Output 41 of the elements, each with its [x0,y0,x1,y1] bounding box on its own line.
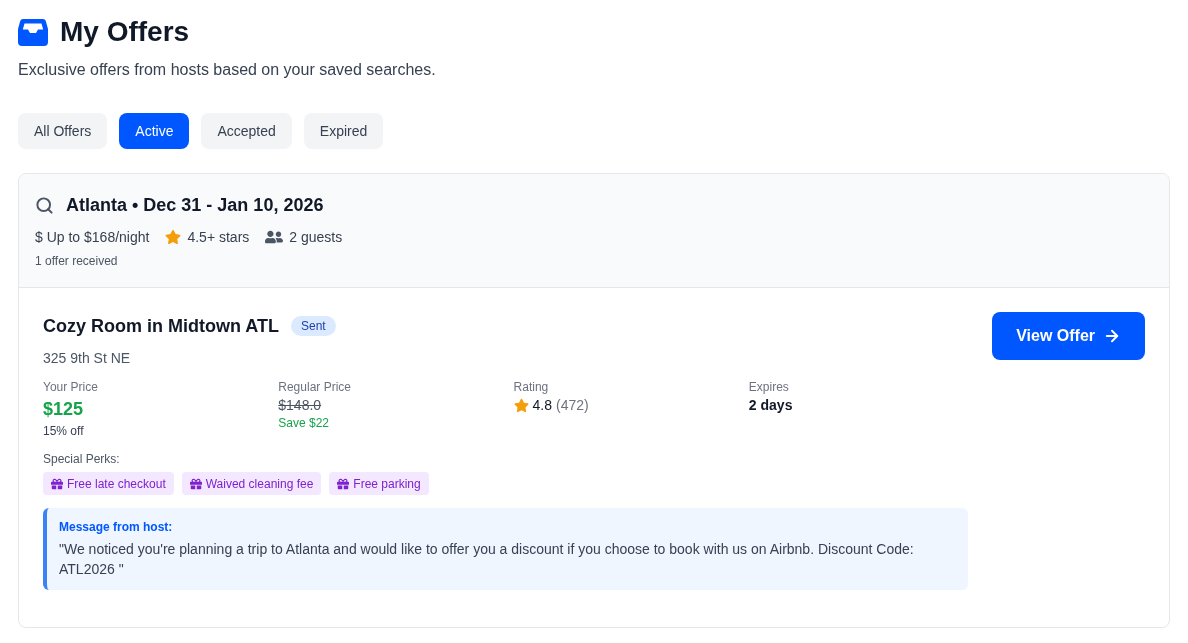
status-badge: Sent [290,316,336,336]
search-title: Atlanta • Dec 31 - Jan 10, 2026 [66,194,324,217]
stat-label: Your Price [43,379,99,395]
filter-text: 2 guests [289,228,343,247]
offer-price: $125 [43,398,85,421]
filter-tab[interactable]: Accepted [201,113,292,149]
perk-tag: Free parking [329,472,429,495]
offer-count: 1 offer received [35,253,118,269]
perks-label: Special Perks: [43,451,120,467]
stat-label: Regular Price [278,379,352,395]
page-title: My Offers [60,15,190,49]
stat-label: Rating [513,379,550,395]
filter-tab[interactable]: Active [119,113,190,149]
filter-tab[interactable]: Expired [303,113,384,149]
filter-text: 4.5+ stars [187,228,250,247]
stat-label: Expires [748,379,790,395]
filter-tab[interactable]: All Offers [18,113,108,149]
star-icon [165,229,182,245]
users-icon [265,229,284,245]
gift-icon [189,477,202,490]
offer-title: Cozy Room in Midtown ATL [43,315,279,338]
regular-price: $148.0 [278,396,323,415]
filter-text: $ Up to $168/night [35,228,150,247]
star-icon [513,397,529,413]
review-count: (472) [556,396,589,415]
view-offer-button[interactable]: View Offer [992,312,1145,360]
discount-text: 15% off [43,423,85,439]
gift-icon [337,477,350,490]
perk-tag: Free late checkout [43,472,174,495]
gift-icon [51,477,63,490]
page-subtitle: Exclusive offers from hosts based on your saved searches. [18,60,436,80]
rating-value: 4.8 [532,396,553,415]
message-text: "We noticed you're planning a trip to Atlanta and would like to offer you a discount if you choose to book with us on Airbnb. Discount Code: ATL2026 " [59,540,915,579]
inbox-icon [18,18,48,46]
expiry-value: 2 days [748,396,794,415]
offer-address: 325 9th St NE [43,349,131,368]
message-label: Message from host: [59,519,173,535]
savings-text: Save $22 [278,415,330,431]
perk-tag: Waived cleaning fee [181,472,322,495]
arrow-right-icon [1103,327,1121,345]
search-icon [35,195,54,215]
